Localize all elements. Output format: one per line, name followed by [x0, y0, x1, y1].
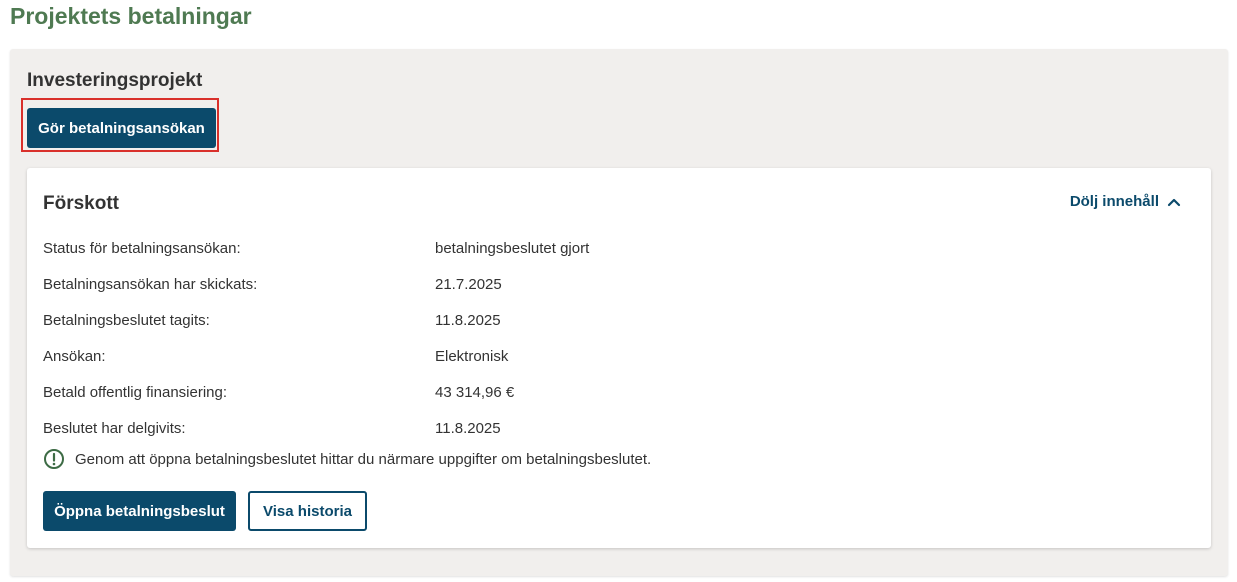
detail-label: Beslutet har delgivits: [43, 419, 186, 437]
detail-row: Status för betalningsansökan: betalnings… [43, 230, 943, 266]
hide-content-toggle[interactable]: Dölj innehåll [1070, 193, 1181, 210]
make-payment-application-button[interactable]: Gör betalningsansökan [27, 108, 216, 148]
detail-value: 11.8.2025 [435, 419, 501, 437]
chevron-up-icon [1167, 197, 1181, 207]
detail-label: Betalningsansökan har skickats: [43, 275, 258, 293]
open-payment-decision-button[interactable]: Öppna betalningsbeslut [43, 491, 236, 531]
detail-value: 11.8.2025 [435, 311, 501, 329]
detail-row: Ansökan: Elektronisk [43, 338, 943, 374]
detail-row: Betalningsansökan har skickats: 21.7.202… [43, 266, 943, 302]
toggle-label: Dölj innehåll [1069, 193, 1159, 210]
detail-label: Status för betalningsansökan: [43, 239, 241, 257]
page-title: Projektets betalningar [10, 3, 252, 29]
detail-row: Beslutet har delgivits: 11.8.2025 [43, 410, 943, 446]
show-history-button[interactable]: Visa historia [248, 491, 367, 531]
project-heading: Investeringsprojekt [27, 70, 203, 91]
detail-label: Betald offentlig finansiering: [43, 383, 228, 401]
page: Projektets betalningar Investeringsproje… [0, 0, 1237, 582]
info-circle-icon [43, 448, 65, 470]
advance-payment-card: Förskott Dölj innehåll Status för betaln… [27, 168, 1211, 548]
detail-value: Elektronisk [435, 347, 509, 365]
detail-row: Betald offentlig finansiering: 43 314,96… [43, 374, 943, 410]
detail-label: Ansökan: [43, 347, 106, 365]
detail-value: 43 314,96 € [435, 383, 515, 401]
detail-value: betalningsbeslutet gjort [435, 239, 590, 257]
detail-label: Betalningsbeslutet tagits: [43, 311, 210, 329]
notice-text: Genom att öppna betalningsbeslutet hitta… [75, 450, 652, 468]
detail-value: 21.7.2025 [435, 275, 502, 293]
investment-project-panel: Investeringsprojekt Gör betalningsansöka… [10, 49, 1228, 576]
info-notice: Genom att öppna betalningsbeslutet hitta… [43, 448, 651, 470]
detail-row: Betalningsbeslutet tagits: 11.8.2025 [43, 302, 943, 338]
card-title: Förskott [43, 193, 119, 214]
payment-details: Status för betalningsansökan: betalnings… [43, 230, 943, 446]
